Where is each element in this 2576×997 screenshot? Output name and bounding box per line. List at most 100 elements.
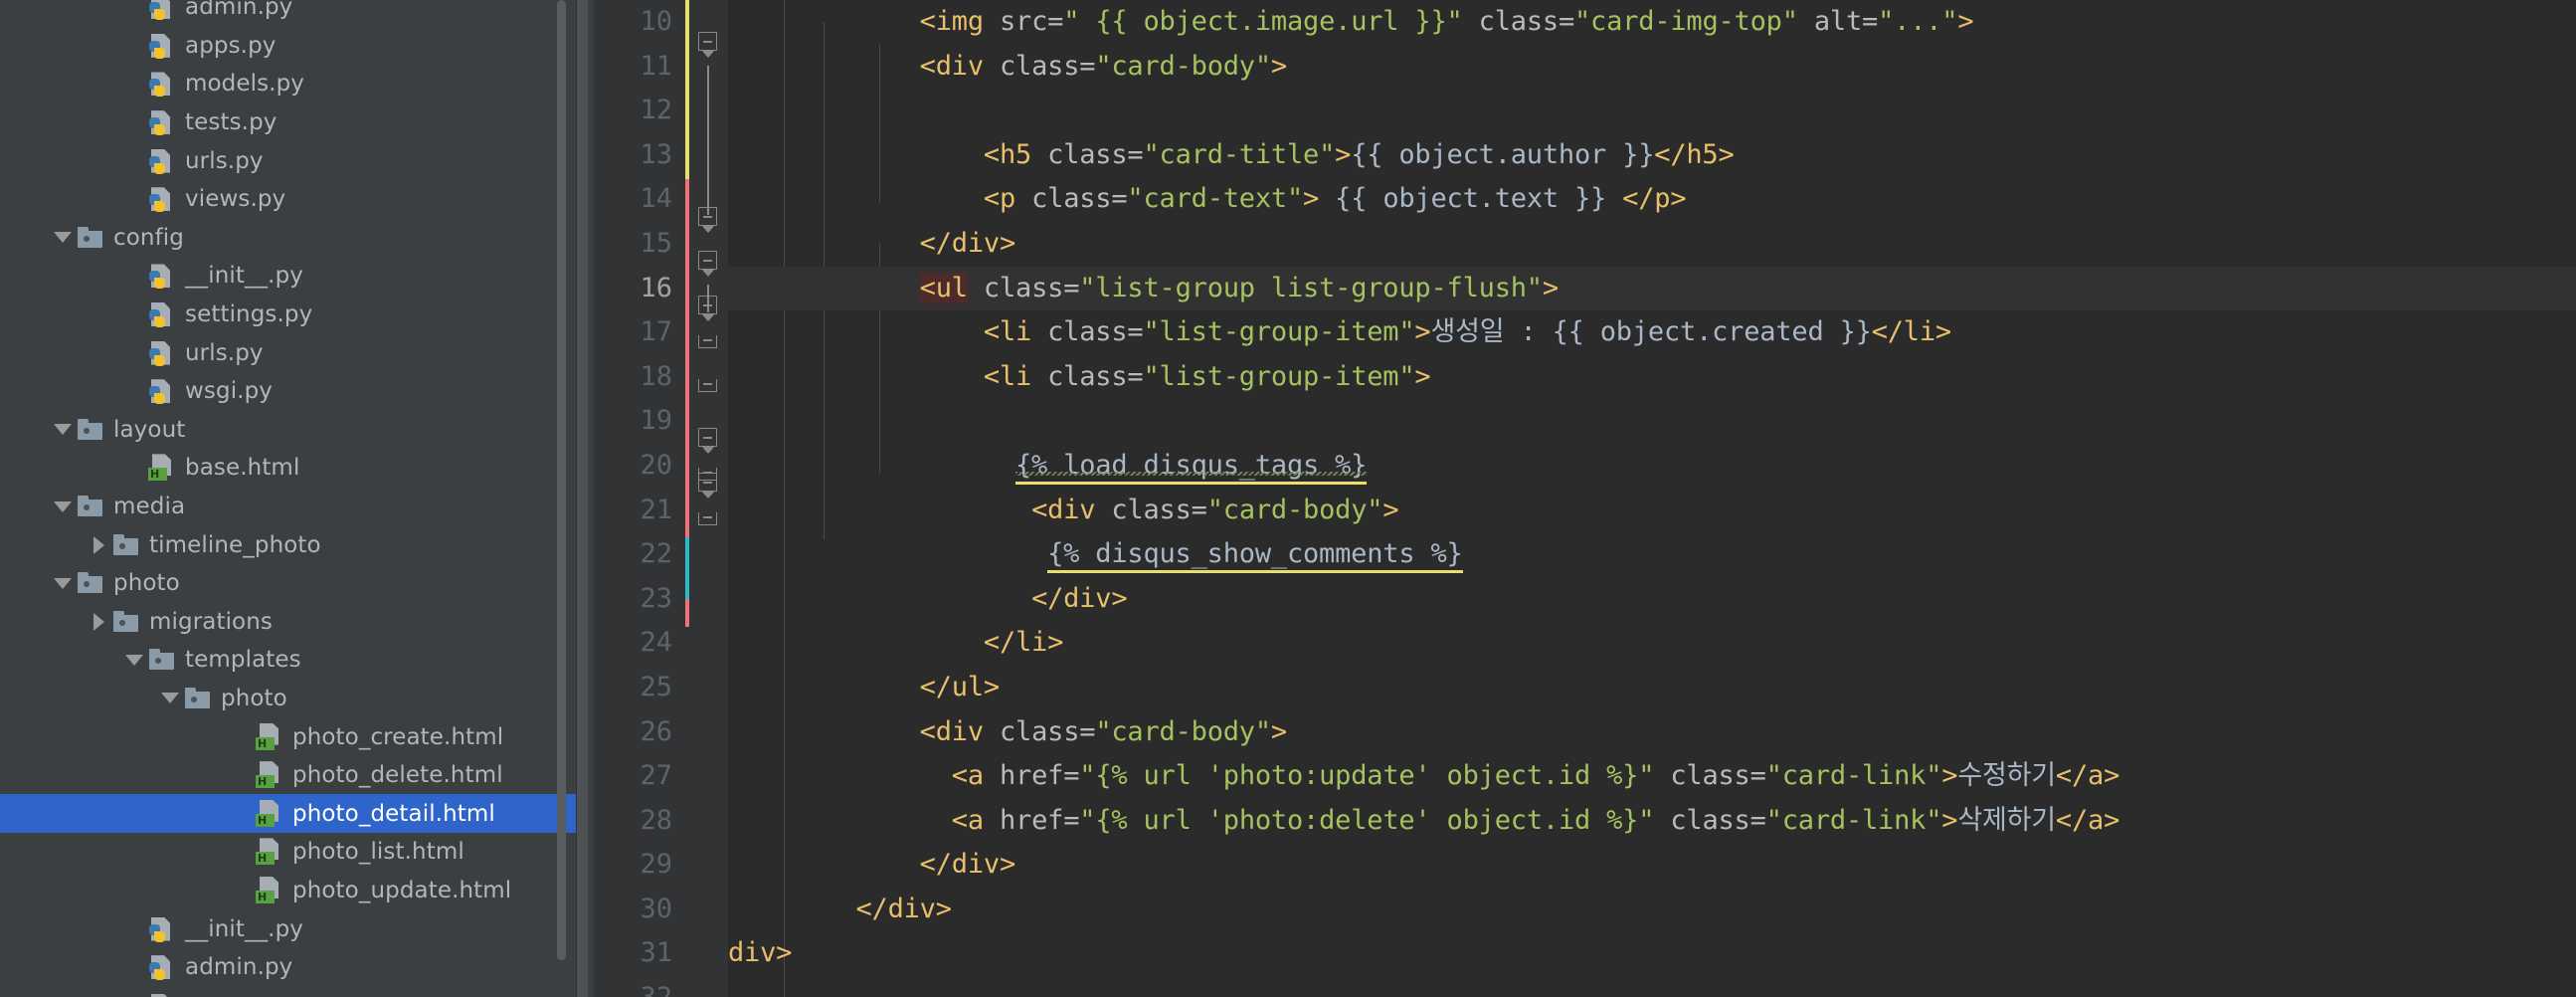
tree-item-urls-py[interactable]: urls.py [0,141,577,180]
chevron-down-icon[interactable] [50,488,76,525]
code-line-12[interactable] [728,89,2576,133]
code-text-area[interactable]: <img src=" {{ object.image.url }}" class… [728,0,2576,997]
tree-item-media[interactable]: media [0,488,577,526]
fold-end-line23[interactable] [698,335,717,348]
gutter-line-12[interactable]: 12 [577,89,728,133]
code-token: "list-group list-group-flush" [1079,272,1543,303]
code-token: = [1063,804,1080,836]
code-line-24[interactable]: </li> [728,621,2576,666]
tree-item-photo-create-html[interactable]: Hphoto_create.html [0,717,577,756]
gutter-line-25[interactable]: 25 [577,666,728,710]
tree-item-photo-update-html[interactable]: Hphoto_update.html [0,872,577,910]
code-line-11[interactable]: <div class="card-body"> [728,45,2576,90]
code-line-25[interactable]: </ul> [728,666,2576,710]
code-line-26[interactable]: <div class="card-body"> [728,710,2576,755]
fold-widget-line18[interactable] [698,296,720,321]
tree-item-admin-py[interactable]: admin.py [0,948,577,987]
tree-item-label: urls.py [185,147,264,174]
chevron-right-icon[interactable] [86,603,111,641]
tree-item-migrations[interactable]: migrations [0,603,577,642]
tree-item-base-html[interactable]: Hbase.html [0,449,577,488]
chevron-down-icon[interactable] [50,219,76,257]
tree-item-config[interactable]: config [0,219,577,258]
chevron-right-icon[interactable] [86,526,111,564]
tree-item-apps-py[interactable]: apps.py [0,986,577,997]
code-token: </ul> [919,671,1000,702]
chevron-down-icon[interactable] [50,564,76,602]
gutter-line-30[interactable]: 30 [577,888,728,932]
tree-item-label: models.py [185,71,305,98]
html-file-icon: H [255,799,284,829]
tree-item-label: photo_update.html [292,877,512,903]
code-line-22[interactable]: {% disqus_show_comments %} [728,532,2576,577]
tree-item-wsgi-py[interactable]: wsgi.py [0,372,577,411]
vcs-change-marker-cyan[interactable] [685,537,689,599]
code-lines[interactable]: <img src=" {{ object.image.url }}" class… [728,0,2576,997]
chevron-down-icon[interactable] [121,641,147,679]
gutter-line-18[interactable]: 18 [577,355,728,400]
code-line-15[interactable]: </div> [728,222,2576,267]
tree-item-photo-detail-html[interactable]: Hphoto_detail.html [0,794,577,834]
tree-item-photo[interactable]: photo [0,564,577,603]
tree-item-templates[interactable]: templates [0,641,577,680]
tree-item-photo-delete-html[interactable]: Hphoto_delete.html [0,756,577,795]
tree-item-apps-py[interactable]: apps.py [0,27,577,66]
gutter-line-13[interactable]: 13 [577,133,728,178]
gutter-line-23[interactable]: 23 [577,577,728,622]
code-line-13[interactable]: <h5 class="card-title">{{ object.author … [728,133,2576,178]
gutter-line-32[interactable]: 32 [577,976,728,997]
tree-item-views-py[interactable]: views.py [0,180,577,219]
code-line-28[interactable]: <a href="{% url 'photo:delete' object.id… [728,799,2576,844]
gutter-line-28[interactable]: 28 [577,799,728,844]
vcs-change-marker-yellow[interactable] [685,0,689,179]
gutter-line-31[interactable]: 31 [577,931,728,976]
project-tree-list[interactable]: admin.py apps.py models.py tests.py urls.py v… [0,0,577,997]
tree-item-photo[interactable]: photo [0,680,577,718]
code-token: > [1270,715,1287,747]
code-line-29[interactable]: </div> [728,843,2576,888]
tree-item-label: tests.py [185,109,277,136]
code-editor[interactable]: 10 11 12 13 14 15 16 17 18 19 20 21 22 23 24 25 26 27 28 29… [577,0,2576,997]
project-tree-scrollbar[interactable] [557,0,566,997]
tree-item-models-py[interactable]: models.py [0,65,577,103]
tree-item-layout[interactable]: layout [0,411,577,450]
tree-item-urls-py[interactable]: urls.py [0,333,577,372]
code-line-19[interactable] [728,399,2576,444]
code-line-16[interactable]: <ul class="list-group list-group-flush"> [728,266,2576,311]
code-line-10[interactable]: <img src=" {{ object.image.url }}" class… [728,0,2576,45]
code-line-14[interactable]: <p class="card-text"> {{ object.text }} … [728,177,2576,222]
gutter-line-26[interactable]: 26 [577,710,728,755]
editor-gutter[interactable]: 10 11 12 13 14 15 16 17 18 19 20 21 22 23 24 25 26 27 28 29… [577,0,728,997]
tree-item-tests-py[interactable]: tests.py [0,103,577,142]
gutter-line-29[interactable]: 29 [577,843,728,888]
gutter-line-27[interactable]: 27 [577,754,728,799]
code-line-21[interactable]: <div class="card-body"> [728,489,2576,533]
fold-end-line29[interactable] [698,512,717,525]
tree-item-settings-py[interactable]: settings.py [0,296,577,334]
gutter-line-24[interactable]: 24 [577,621,728,666]
tree-item-admin-py[interactable]: admin.py [0,0,577,27]
code-line-20[interactable]: {% load disqus_tags %} [728,444,2576,489]
tree-item---init---py[interactable]: __init__.py [0,909,577,948]
fold-widget-line26[interactable] [698,473,720,498]
project-tree-panel[interactable]: admin.py apps.py models.py tests.py urls.py v… [0,0,577,997]
code-line-23[interactable]: </div> [728,577,2576,622]
tree-item-photo-list-html[interactable]: Hphoto_list.html [0,833,577,872]
code-line-31[interactable]: div> [728,931,2576,976]
scrollbar-thumb[interactable] [557,0,566,960]
gutter-line-22[interactable]: 22 [577,532,728,577]
code-line-18[interactable]: <li class="list-group-item"> [728,355,2576,400]
fold-widget-line15[interactable] [698,207,720,233]
code-line-17[interactable]: <li class="list-group-item">생성일 : {{ obj… [728,310,2576,355]
code-line-32[interactable] [728,976,2576,997]
fold-widget-line16[interactable] [698,251,720,277]
code-line-27[interactable]: <a href="{% url 'photo:update' object.id… [728,754,2576,799]
fold-end-line24[interactable] [698,379,717,392]
chevron-down-icon[interactable] [50,411,76,449]
tree-item---init---py[interactable]: __init__.py [0,257,577,296]
code-line-30[interactable]: </div> [728,888,2576,932]
fold-widget-line11[interactable] [698,32,720,58]
tree-item-timeline-photo[interactable]: timeline_photo [0,525,577,564]
chevron-down-icon[interactable] [157,680,183,717]
fold-widget-line21[interactable] [698,428,720,454]
